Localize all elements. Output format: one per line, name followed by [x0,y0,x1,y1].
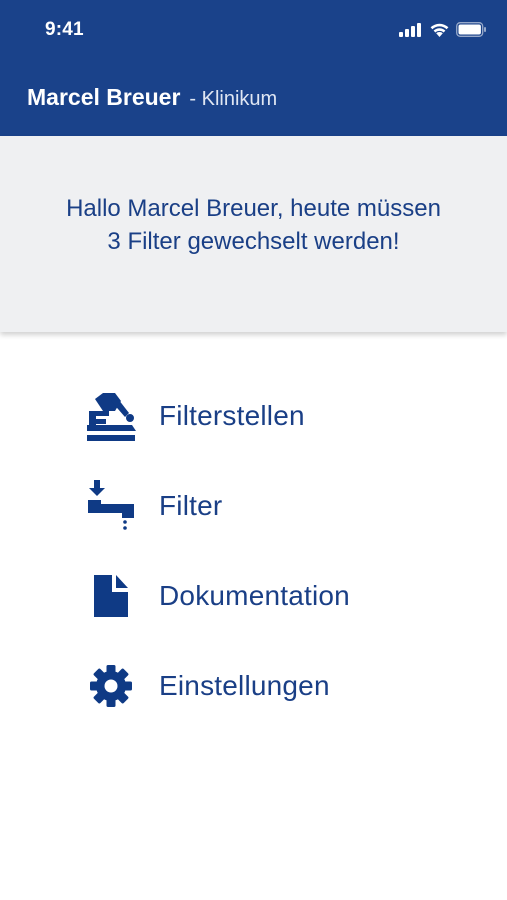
gear-icon [84,659,138,713]
filter-location-icon [84,389,138,443]
greeting-line-1: Hallo Marcel Breuer, heute müssen [66,195,441,222]
status-time: 9:41 [45,19,84,40]
menu-item-filter[interactable]: Filter [84,476,424,536]
document-icon [84,569,138,623]
menu-label-filter: Filter [159,490,223,521]
menu-label-dokumentation: Dokumentation [159,580,350,611]
faucet-filter-icon [84,479,138,533]
status-icons [399,22,487,37]
menu-label-einstellungen: Einstellungen [159,670,330,701]
menu-item-einstellungen[interactable]: Einstellungen [84,656,424,716]
menu-label-filterstellen: Filterstellen [159,400,305,431]
menu-item-dokumentation[interactable]: Dokumentation [84,566,424,626]
greeting-message: Hallo Marcel Breuer, heute müssen 3 Filt… [20,192,487,258]
status-bar: 9:41 [0,0,507,60]
battery-icon [456,22,487,37]
app-header: 9:41 Marcel Breuer - Klinikum [0,0,507,136]
user-name: Marcel Breuer [27,84,181,110]
signal-icon [399,22,423,37]
wifi-icon [429,22,450,37]
greeting-banner: Hallo Marcel Breuer, heute müssen 3 Filt… [0,136,507,332]
header-title: Marcel Breuer - Klinikum [27,84,277,111]
menu-item-filterstellen[interactable]: Filterstellen [84,386,424,446]
greeting-line-2: 3 Filter gewechselt werden! [107,228,400,255]
organization-name: - Klinikum [189,88,278,110]
